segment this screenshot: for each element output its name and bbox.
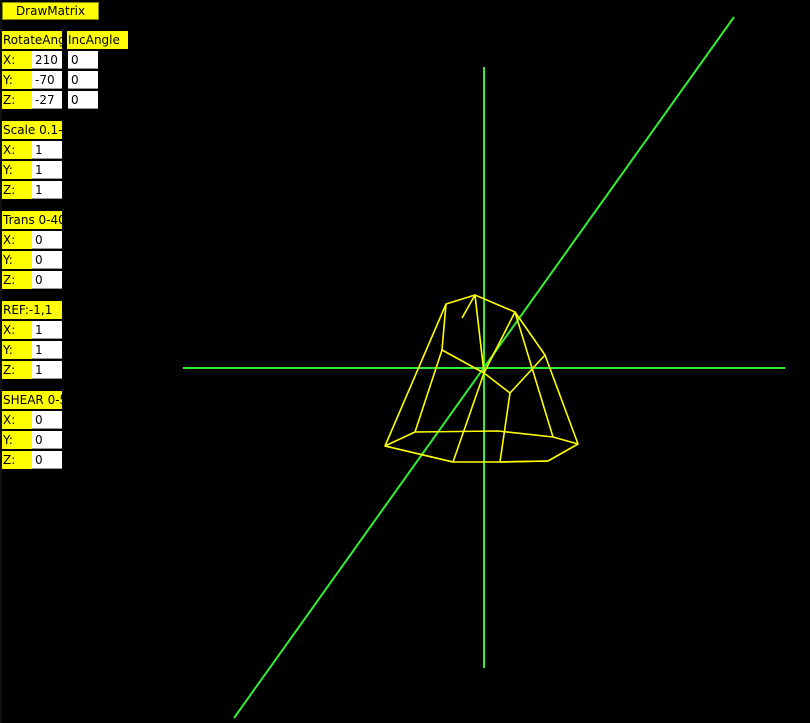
inc-y-input[interactable]: 0 <box>68 71 98 89</box>
shear-z-input[interactable]: 0 <box>32 451 62 469</box>
viewport-canvas[interactable] <box>0 0 810 723</box>
mesh-edge <box>414 349 443 433</box>
wireframe-mesh <box>384 294 579 463</box>
ref-header: REF:-1,1 <box>2 301 62 319</box>
draw-matrix-button[interactable]: DrawMatrix <box>2 2 99 20</box>
ref-y-label: Y: <box>2 341 32 359</box>
mesh-edge <box>514 311 554 438</box>
trans-x-input[interactable]: 0 <box>32 231 62 249</box>
scale-z-input[interactable]: 1 <box>32 181 62 199</box>
mesh-edge <box>544 354 579 445</box>
mesh-edge <box>474 294 485 374</box>
scale-x-label: X: <box>2 141 32 159</box>
mesh-bottom-face <box>384 430 579 463</box>
ref-x-label: X: <box>2 321 32 339</box>
mesh-edge <box>452 372 485 463</box>
trans-header: Trans 0-40 <box>2 211 62 229</box>
shear-y-label: Y: <box>2 431 32 449</box>
mesh-edge <box>384 445 454 463</box>
mesh-edge <box>384 303 447 447</box>
mesh-top-face <box>441 294 546 394</box>
trans-x-label: X: <box>2 231 32 249</box>
shear-x-input[interactable]: 0 <box>32 411 62 429</box>
inc-x-input[interactable]: 0 <box>68 51 98 69</box>
rotate-x-label: X: <box>2 51 32 69</box>
scale-x-input[interactable]: 1 <box>32 141 62 159</box>
inc-z-input[interactable]: 0 <box>68 91 98 109</box>
scale-header: Scale 0.1- <box>2 121 62 139</box>
trans-y-label: Y: <box>2 251 32 269</box>
scale-y-label: Y: <box>2 161 32 179</box>
scale-y-input[interactable]: 1 <box>32 161 62 179</box>
mesh-edge <box>499 392 511 463</box>
mesh-edge <box>483 311 516 374</box>
z-axis-line <box>233 16 735 719</box>
trans-y-input[interactable]: 0 <box>32 251 62 269</box>
shear-y-input[interactable]: 0 <box>32 431 62 449</box>
scale-z-label: Z: <box>2 181 32 199</box>
ref-x-input[interactable]: 1 <box>32 321 62 339</box>
shear-header: SHEAR 0-5 <box>2 391 62 409</box>
shear-z-label: Z: <box>2 451 32 469</box>
rotate-z-input[interactable]: -27 <box>32 91 62 109</box>
trans-z-label: Z: <box>2 271 32 289</box>
rotate-y-label: Y: <box>2 71 32 89</box>
rotate-x-input[interactable]: 210 <box>32 51 62 69</box>
mesh-edge <box>499 460 549 463</box>
rotate-z-label: Z: <box>2 91 32 109</box>
mesh-edge <box>461 294 476 319</box>
rotate-angle-header: RotateAng <box>2 31 62 49</box>
ref-y-input[interactable]: 1 <box>32 341 62 359</box>
ref-z-label: Z: <box>2 361 32 379</box>
trans-z-input[interactable]: 0 <box>32 271 62 289</box>
shear-x-label: X: <box>2 411 32 429</box>
axes <box>183 16 785 719</box>
ref-z-input[interactable]: 1 <box>32 361 62 379</box>
rotate-y-input[interactable]: -70 <box>32 71 62 89</box>
inc-angle-header: IncAngle <box>67 31 128 49</box>
